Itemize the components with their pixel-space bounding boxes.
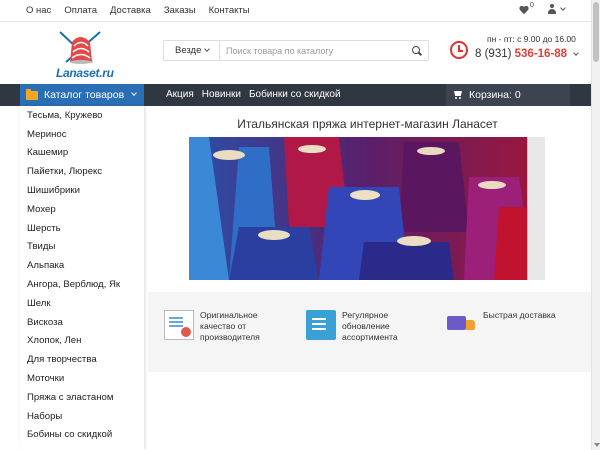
yarn-logo-icon xyxy=(59,31,101,64)
page-scrollbar[interactable] xyxy=(591,0,600,450)
wishlist-heart-icon[interactable]: 0 xyxy=(519,2,534,15)
main-navbar: Каталог товаров Акция Новинки Бобинки со… xyxy=(0,84,591,106)
contact-block: пн - пт: с 9.00 до 16.00 8 (931) 536-16-… xyxy=(450,31,580,71)
feature-text: Оригинальное xyxy=(200,310,258,320)
chevron-down-icon xyxy=(573,50,580,56)
search-button[interactable] xyxy=(406,41,428,60)
feature-text: ассортимента xyxy=(342,332,398,342)
sidebar-item[interactable]: Кашемир xyxy=(20,144,144,163)
catalog-menu-button[interactable]: Каталог товаров xyxy=(20,84,144,106)
catalog-sidebar: Тесьма, Кружево Меринос Кашемир Пайетки,… xyxy=(20,106,144,450)
account-button[interactable] xyxy=(547,4,566,15)
sidebar-item[interactable]: Мохер xyxy=(20,200,144,219)
sidebar-item[interactable]: Вискоза xyxy=(20,313,144,332)
top-nav: О нас Оплата Доставка Заказы Контакты xyxy=(26,5,250,16)
chevron-down-icon xyxy=(560,4,566,11)
cart-icon xyxy=(453,91,463,99)
topnav-contacts[interactable]: Контакты xyxy=(209,5,250,16)
search-icon xyxy=(412,45,422,56)
sidebar-item[interactable]: Наборы xyxy=(20,407,144,426)
folder-icon xyxy=(26,88,38,100)
scroll-down-arrow-icon[interactable] xyxy=(594,443,600,447)
topnav-orders[interactable]: Заказы xyxy=(164,5,196,16)
topnav-about[interactable]: О нас xyxy=(26,5,51,16)
phone-digits: 536-16-88 xyxy=(514,48,568,60)
sidebar-item[interactable]: Моточки xyxy=(20,369,144,388)
page-title: Итальянская пряжа интернет-магазин Ланас… xyxy=(237,117,498,131)
features-strip: Оригинальное качество от производителя Р… xyxy=(148,292,591,372)
feature-text: качество от xyxy=(200,321,247,331)
feature-text: обновление xyxy=(342,321,390,331)
feature-quality: Оригинальное качество от производителя xyxy=(164,310,260,343)
sidebar-item[interactable]: Тесьма, Кружево xyxy=(20,106,144,125)
search-scope-label: Везде xyxy=(175,45,202,56)
chevron-down-icon xyxy=(204,45,211,52)
topnav-payment[interactable]: Оплата xyxy=(64,5,97,16)
feature-assortment: Регулярное обновление ассортимента xyxy=(306,310,398,343)
working-hours: пн - пт: с 9.00 до 16.00 xyxy=(487,34,576,44)
logo-text: Lanaset.ru xyxy=(56,66,114,80)
nav-discount-bobbins[interactable]: Бобинки со скидкой xyxy=(249,89,341,100)
catalog-label: Каталог товаров xyxy=(44,89,125,101)
site-header: Lanaset.ru Везде пн - пт: с 9.00 до 16.0… xyxy=(0,23,591,84)
sidebar-item[interactable]: Бобины со скидкой xyxy=(20,426,144,445)
clock-phone-icon xyxy=(450,41,468,59)
nav-new[interactable]: Новинки xyxy=(202,89,241,100)
cart-button[interactable]: Корзина: 0 xyxy=(446,84,570,106)
user-icon xyxy=(547,4,557,15)
sidebar-item[interactable]: Хлопок, Лен xyxy=(20,332,144,351)
sidebar-item[interactable]: Альпака xyxy=(20,256,144,275)
sidebar-item[interactable]: Шишибрики xyxy=(20,181,144,200)
site-logo[interactable]: Lanaset.ru xyxy=(52,28,114,80)
sidebar-item[interactable]: Твиды xyxy=(20,238,144,257)
certificate-icon xyxy=(164,310,194,340)
search-bar: Везде xyxy=(163,40,429,61)
top-bar: О нас Оплата Доставка Заказы Контакты 0 xyxy=(0,0,591,22)
feature-text: Регулярное xyxy=(342,310,389,320)
nav-sale[interactable]: Акция xyxy=(166,89,194,100)
main-nav: Акция Новинки Бобинки со скидкой xyxy=(166,89,341,100)
sidebar-item[interactable]: Ангора, Верблюд, Як xyxy=(20,275,144,294)
phone-prefix: 8 (931) xyxy=(475,48,512,60)
sidebar-item[interactable]: Шерсть xyxy=(20,219,144,238)
sidebar-item[interactable]: Для творчества xyxy=(20,350,144,369)
sidebar-item[interactable]: Пайетки, Люрекс xyxy=(20,162,144,181)
yarn-cones-picture xyxy=(189,137,545,280)
feature-text: производителя xyxy=(200,332,260,342)
topnav-delivery[interactable]: Доставка xyxy=(110,5,151,16)
checklist-icon xyxy=(306,310,336,340)
feature-text: Быстрая доставка xyxy=(483,310,556,320)
phone-number[interactable]: 8 (931) 536-16-88 xyxy=(475,48,580,60)
scrollbar-thumb[interactable] xyxy=(593,2,599,62)
cart-label: Корзина: 0 xyxy=(469,89,521,101)
search-input[interactable] xyxy=(220,41,406,60)
sidebar-item[interactable]: Пряжа с эластаном xyxy=(20,388,144,407)
sidebar-item[interactable]: Шелк xyxy=(20,294,144,313)
banner-slider-edge xyxy=(527,137,545,280)
delivery-truck-icon xyxy=(447,310,477,340)
feature-delivery: Быстрая доставка xyxy=(447,310,556,340)
top-icons: 0 xyxy=(519,2,566,15)
hero-banner-yarn-image[interactable] xyxy=(189,137,545,280)
chevron-down-icon xyxy=(131,90,138,96)
wishlist-count: 0 xyxy=(530,1,534,9)
sidebar-item[interactable]: Меринос xyxy=(20,125,144,144)
search-scope-select[interactable]: Везде xyxy=(164,41,220,60)
